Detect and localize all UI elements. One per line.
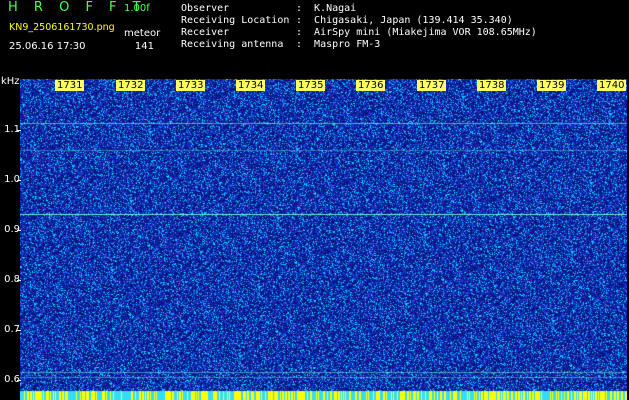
y-tick-mark — [17, 130, 21, 131]
y-axis-unit: kHz — [1, 76, 20, 87]
x-tick-label: 1734 — [236, 80, 266, 91]
observation-datetime: 25.06.16 17:30 — [9, 41, 86, 52]
app-version: 1.00f — [124, 3, 150, 14]
x-tick-label: 1740 — [597, 80, 627, 91]
antenna-value: : Maspro FM-3 — [296, 39, 381, 50]
x-tick-label: 1736 — [356, 80, 386, 91]
x-tick-label: 1733 — [176, 80, 206, 91]
x-tick-label: 1735 — [296, 80, 326, 91]
x-tick-label: 1737 — [417, 80, 447, 91]
antenna-label: Receiving antenna — [181, 39, 284, 50]
x-tick-label: 1731 — [55, 80, 85, 91]
observer-value: : K.Nagai — [296, 3, 357, 14]
observation-mode: meteor — [124, 28, 161, 39]
x-tick-label: 1732 — [116, 80, 146, 91]
y-tick-mark — [17, 380, 21, 381]
spectrogram-plot — [20, 79, 627, 400]
y-tick-mark — [17, 230, 21, 231]
header-panel: H R O F F T 1.00f KN9_2506161730.png met… — [0, 0, 629, 76]
location-value: : Chigasaki, Japan (139.414 35.340) — [296, 15, 513, 26]
y-tick-mark — [17, 280, 21, 281]
location-label: Receiving Location — [181, 15, 290, 26]
receiver-value: : AirSpy mini (Miakejima VOR 108.65MHz) — [296, 27, 537, 38]
y-tick-mark — [17, 180, 21, 181]
spectrogram-canvas — [20, 79, 627, 400]
file-name: KN9_2506161730.png — [9, 22, 115, 33]
x-tick-label: 1738 — [477, 80, 507, 91]
x-tick-label: 1739 — [537, 80, 567, 91]
y-tick-mark — [17, 330, 21, 331]
receiver-label: Receiver — [181, 27, 230, 38]
observer-label: Observer — [181, 3, 230, 14]
meteor-count: 141 — [134, 41, 154, 52]
